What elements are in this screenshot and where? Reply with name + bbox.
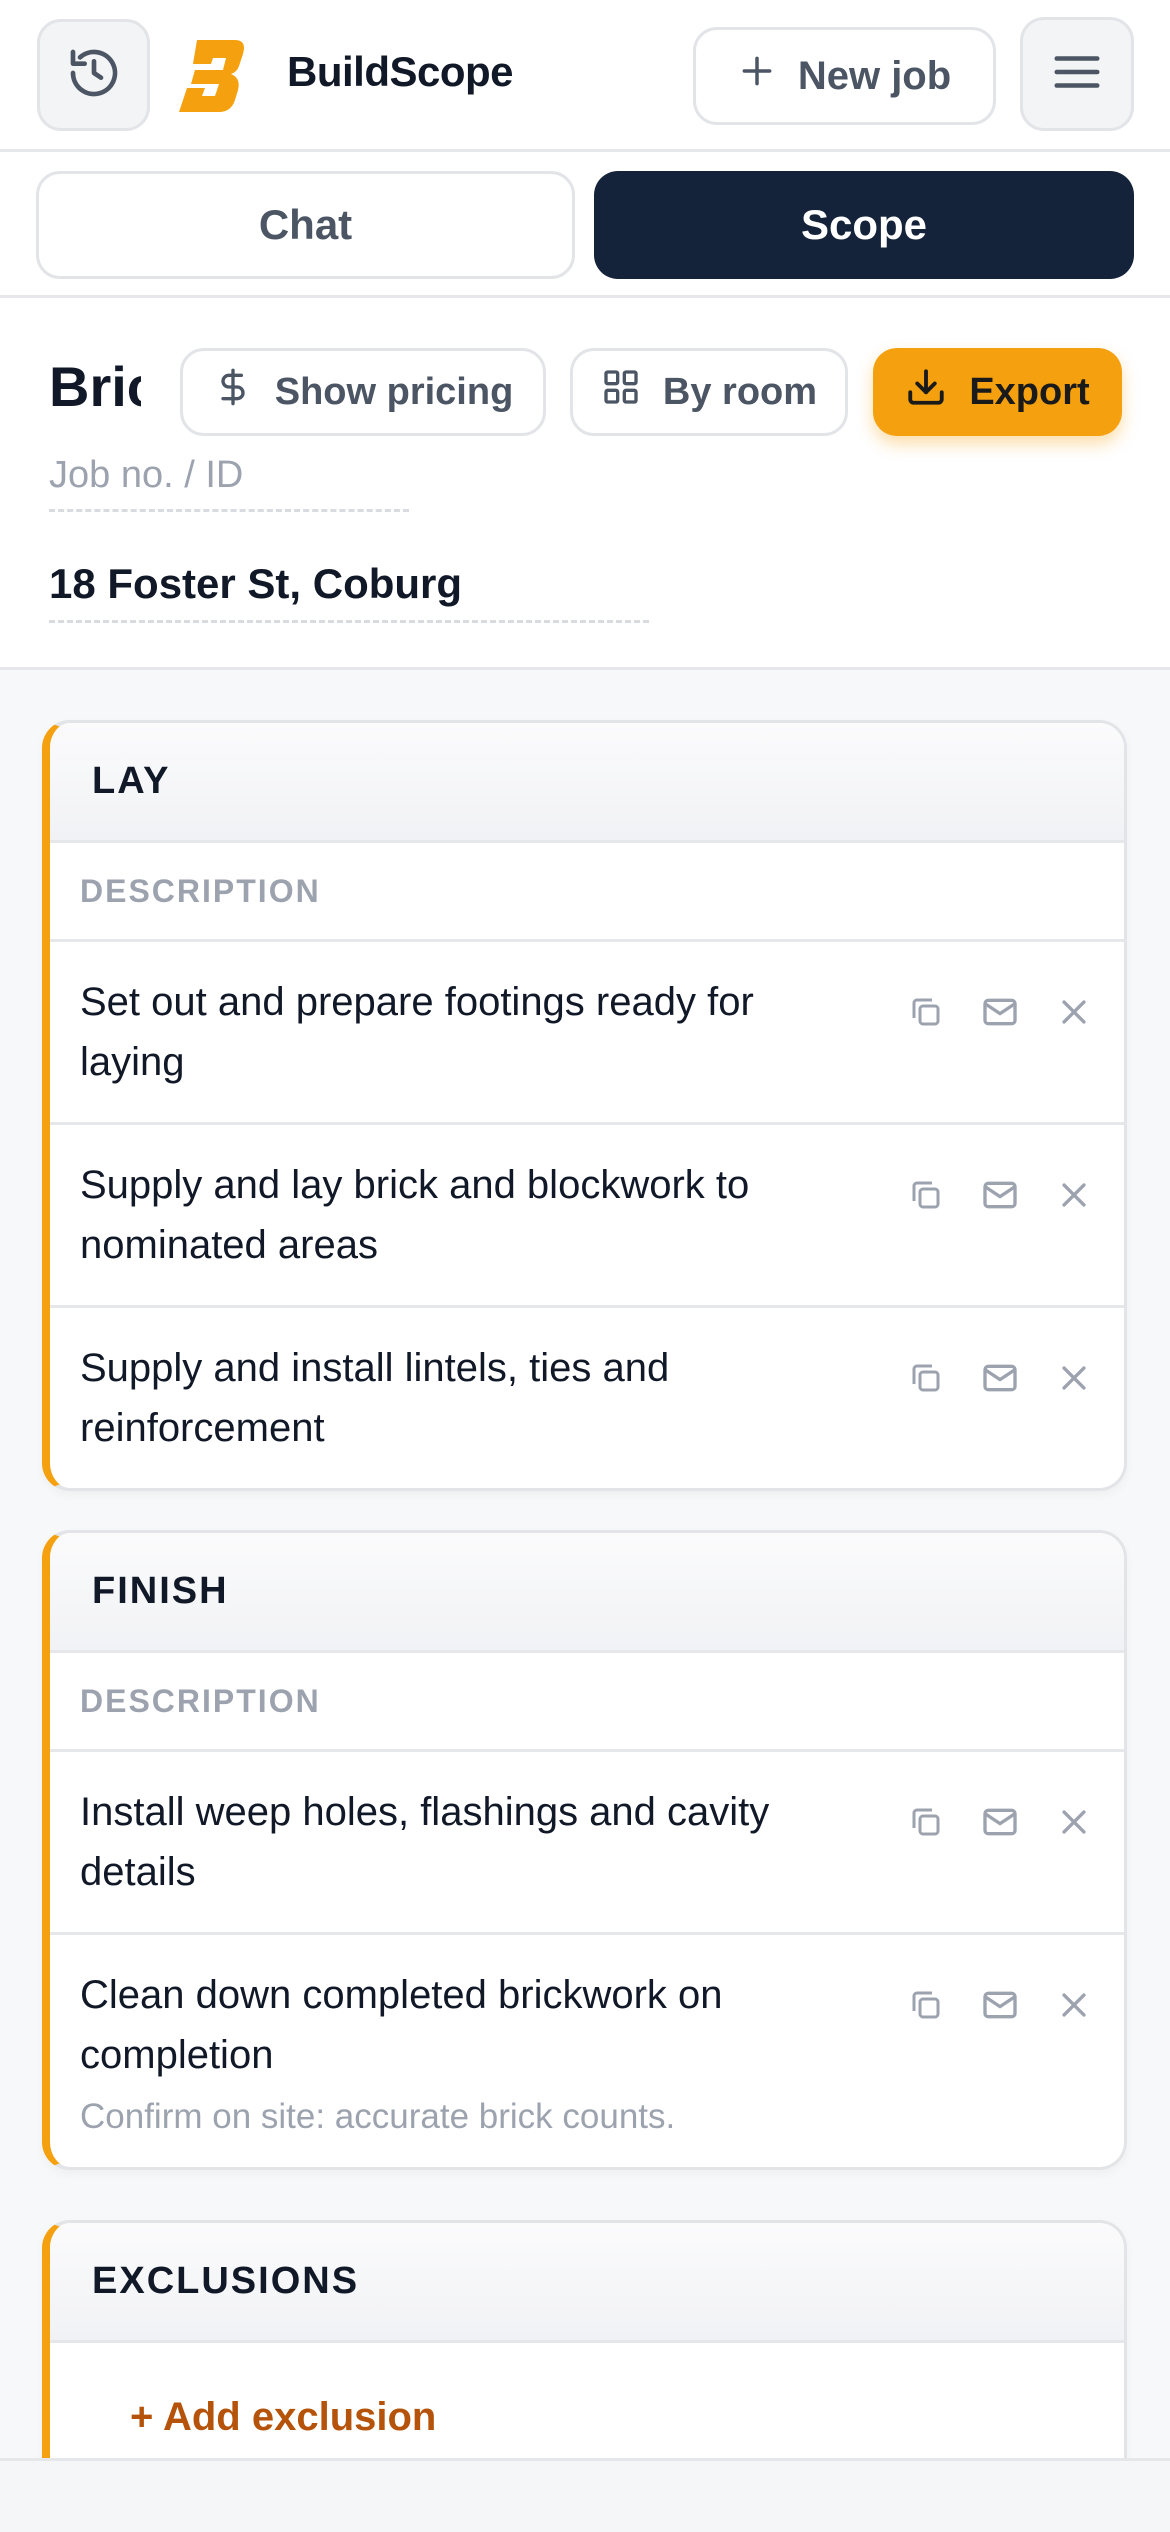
copy-icon[interactable] [906, 1175, 946, 1215]
scope-content[interactable]: LAY DESCRIPTION Set out and prepare foot… [0, 670, 1170, 2458]
close-icon[interactable] [1054, 1985, 1094, 2025]
section-title[interactable]: EXCLUSIONS [50, 2223, 1124, 2343]
mail-icon[interactable] [980, 1358, 1020, 1398]
section-title[interactable]: LAY [50, 723, 1124, 843]
menu-button[interactable] [1020, 17, 1134, 131]
address-field[interactable]: 18 Foster St, Coburg [49, 560, 649, 623]
mail-icon[interactable] [980, 1175, 1020, 1215]
mail-icon[interactable] [980, 1802, 1020, 1842]
scope-item-text[interactable]: Supply and lay brick and blockwork to no… [80, 1155, 820, 1275]
job-title[interactable]: Bric [49, 354, 141, 419]
top-bar: BuildScope New job [0, 0, 1170, 152]
column-header: DESCRIPTION [50, 843, 1124, 942]
section-lay: LAY DESCRIPTION Set out and prepare foot… [42, 720, 1127, 1491]
history-button[interactable] [37, 19, 150, 131]
history-icon [66, 45, 122, 106]
item-actions [906, 1358, 1094, 1398]
scope-item-text[interactable]: Set out and prepare footings ready for l… [80, 972, 820, 1092]
brand-name: BuildScope [287, 48, 514, 95]
section-title[interactable]: FINISH [50, 1533, 1124, 1653]
scope-item-text[interactable]: Install weep holes, flashings and cavity… [80, 1782, 820, 1902]
download-icon [905, 366, 947, 418]
section-finish: FINISH DESCRIPTION Install weep holes, f… [42, 1530, 1127, 2170]
new-job-button[interactable]: New job [693, 27, 996, 125]
plus-icon [738, 52, 776, 100]
by-room-label: By room [662, 370, 818, 413]
item-actions [906, 992, 1094, 1032]
export-button[interactable]: Export [873, 348, 1122, 436]
copy-icon[interactable] [906, 1802, 946, 1842]
tab-scope[interactable]: Scope [594, 171, 1134, 279]
dollar-icon [213, 367, 253, 417]
copy-icon[interactable] [906, 992, 946, 1032]
by-room-button[interactable]: By room [570, 348, 848, 436]
mail-icon[interactable] [980, 992, 1020, 1032]
scope-item[interactable]: Supply and install lintels, ties and rei… [50, 1308, 1124, 1488]
scope-item-text[interactable]: Clean down completed brickwork on comple… [80, 1965, 820, 2085]
mail-icon[interactable] [980, 1985, 1020, 2025]
copy-icon[interactable] [906, 1985, 946, 2025]
close-icon[interactable] [1054, 992, 1094, 1032]
close-icon[interactable] [1054, 1802, 1094, 1842]
item-actions [906, 1985, 1094, 2025]
new-job-label: New job [797, 53, 952, 98]
scope-item-text[interactable]: Supply and install lintels, ties and rei… [80, 1338, 820, 1458]
close-icon[interactable] [1054, 1358, 1094, 1398]
scope-item[interactable]: Install weep holes, flashings and cavity… [50, 1752, 1124, 1935]
item-actions [906, 1802, 1094, 1842]
view-toggle: Chat Scope [0, 152, 1170, 298]
show-pricing-button[interactable]: Show pricing [180, 348, 546, 436]
scope-item[interactable]: Set out and prepare footings ready for l… [50, 942, 1124, 1125]
hamburger-menu-icon [1050, 45, 1104, 104]
grid-icon [601, 367, 641, 417]
copy-icon[interactable] [906, 1358, 946, 1398]
show-pricing-label: Show pricing [274, 370, 514, 413]
export-label: Export [969, 370, 1090, 413]
bottom-bar [0, 2458, 1170, 2532]
scope-item[interactable]: Clean down completed brickwork on comple… [50, 1935, 1124, 2167]
job-header: Bric Show pricing By room Export Job no.… [0, 298, 1170, 670]
section-exclusions: EXCLUSIONS + Add exclusion [42, 2220, 1127, 2458]
add-exclusion-button[interactable]: + Add exclusion [50, 2343, 1124, 2458]
job-number-field[interactable]: Job no. / ID [49, 454, 409, 512]
item-actions [906, 1175, 1094, 1215]
scope-item[interactable]: Supply and lay brick and blockwork to no… [50, 1125, 1124, 1308]
tab-chat[interactable]: Chat [36, 171, 575, 279]
column-header: DESCRIPTION [50, 1653, 1124, 1752]
buildscope-logo [175, 36, 251, 114]
close-icon[interactable] [1054, 1175, 1094, 1215]
scope-item-note: Confirm on site: accurate brick counts. [80, 2097, 676, 2136]
